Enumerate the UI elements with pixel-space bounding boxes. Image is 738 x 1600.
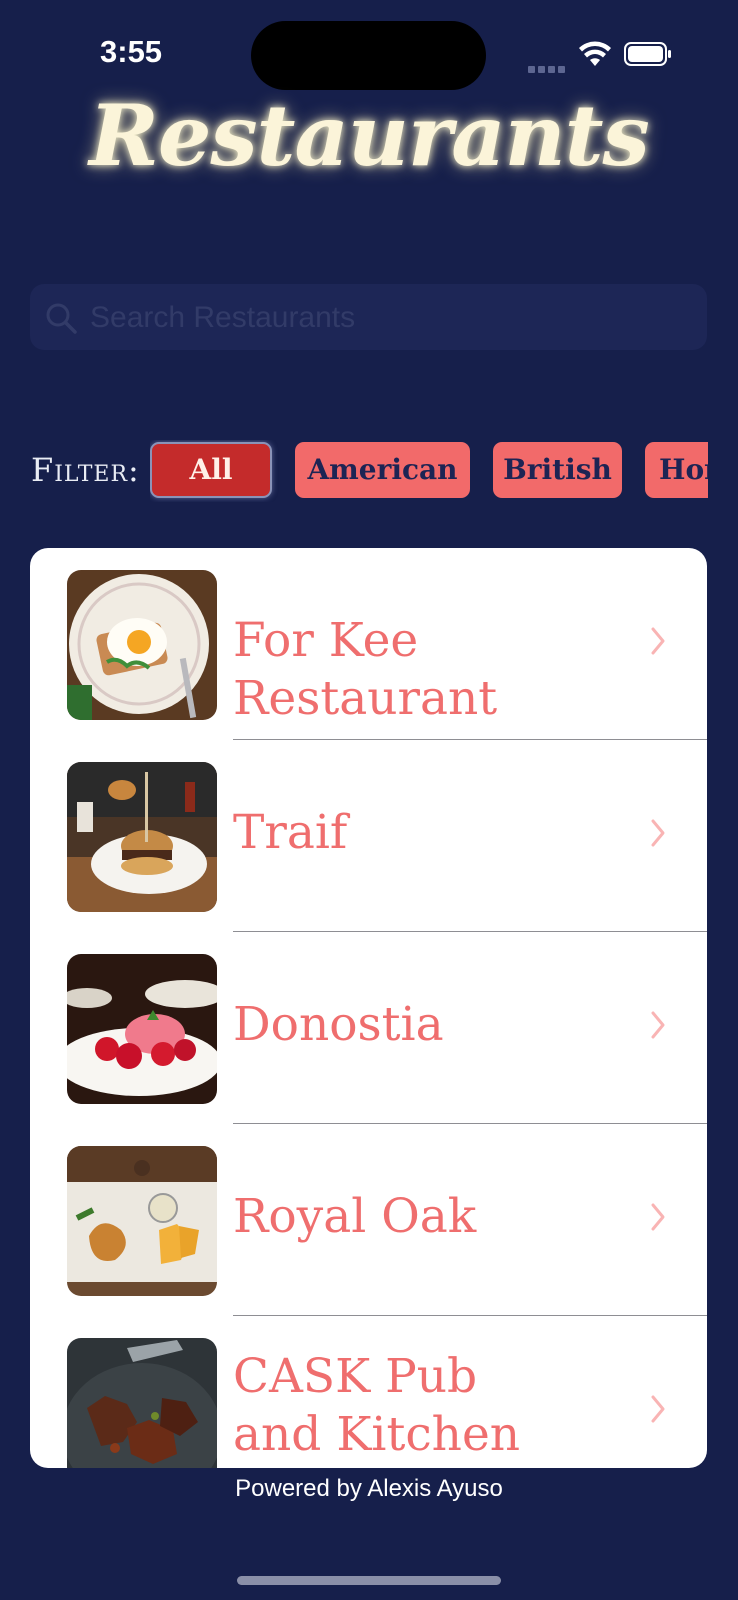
filter-bar: Filter: All American British Hor [0, 440, 738, 502]
page-title: Restaurants [89, 86, 650, 185]
filter-chip-scroller[interactable]: All American British Hor [150, 440, 708, 502]
filter-chip-american[interactable]: American [295, 442, 470, 498]
restaurant-list[interactable]: For Kee Restaurant Traif Donostia Royal … [30, 548, 707, 1468]
restaurant-name: Royal Oak [233, 1189, 477, 1244]
chevron-right-icon [651, 1395, 665, 1423]
list-item[interactable]: Donostia [30, 932, 707, 1124]
filter-chip-all[interactable]: All [150, 442, 272, 498]
list-item[interactable]: For Kee Restaurant [30, 548, 707, 740]
chevron-right-icon [651, 627, 665, 655]
list-item[interactable]: CASK Pub and Kitchen [30, 1316, 707, 1468]
restaurant-thumbnail [67, 1146, 217, 1296]
search-input[interactable] [88, 284, 692, 352]
chevron-right-icon [651, 819, 665, 847]
filter-label: Filter: [31, 451, 140, 489]
restaurant-name: Donostia [233, 997, 444, 1052]
cellular-signal-icon [528, 58, 568, 73]
restaurant-thumbnail [67, 762, 217, 912]
chevron-right-icon [651, 1011, 665, 1039]
restaurant-name: Traif [233, 805, 348, 860]
battery-icon [624, 42, 671, 66]
status-time: 3:55 [100, 34, 163, 69]
list-item[interactable]: Traif [30, 740, 707, 932]
home-indicator[interactable] [237, 1576, 501, 1585]
restaurant-name: CASK Pub and Kitchen [233, 1349, 521, 1462]
dynamic-island [251, 21, 486, 90]
chevron-right-icon [651, 1203, 665, 1231]
restaurant-name: For Kee Restaurant [233, 613, 498, 726]
search-icon [46, 303, 77, 334]
list-item[interactable]: Royal Oak [30, 1124, 707, 1316]
filter-chip-british[interactable]: British [493, 442, 622, 498]
restaurant-thumbnail [67, 570, 217, 720]
restaurant-thumbnail [67, 1338, 217, 1468]
search-bar[interactable] [30, 284, 707, 352]
filter-chip-partial[interactable]: Hor [645, 442, 708, 498]
restaurant-thumbnail [67, 954, 217, 1104]
footer-credit: Powered by Alexis Ayuso [235, 1475, 503, 1502]
wifi-icon [579, 41, 611, 66]
